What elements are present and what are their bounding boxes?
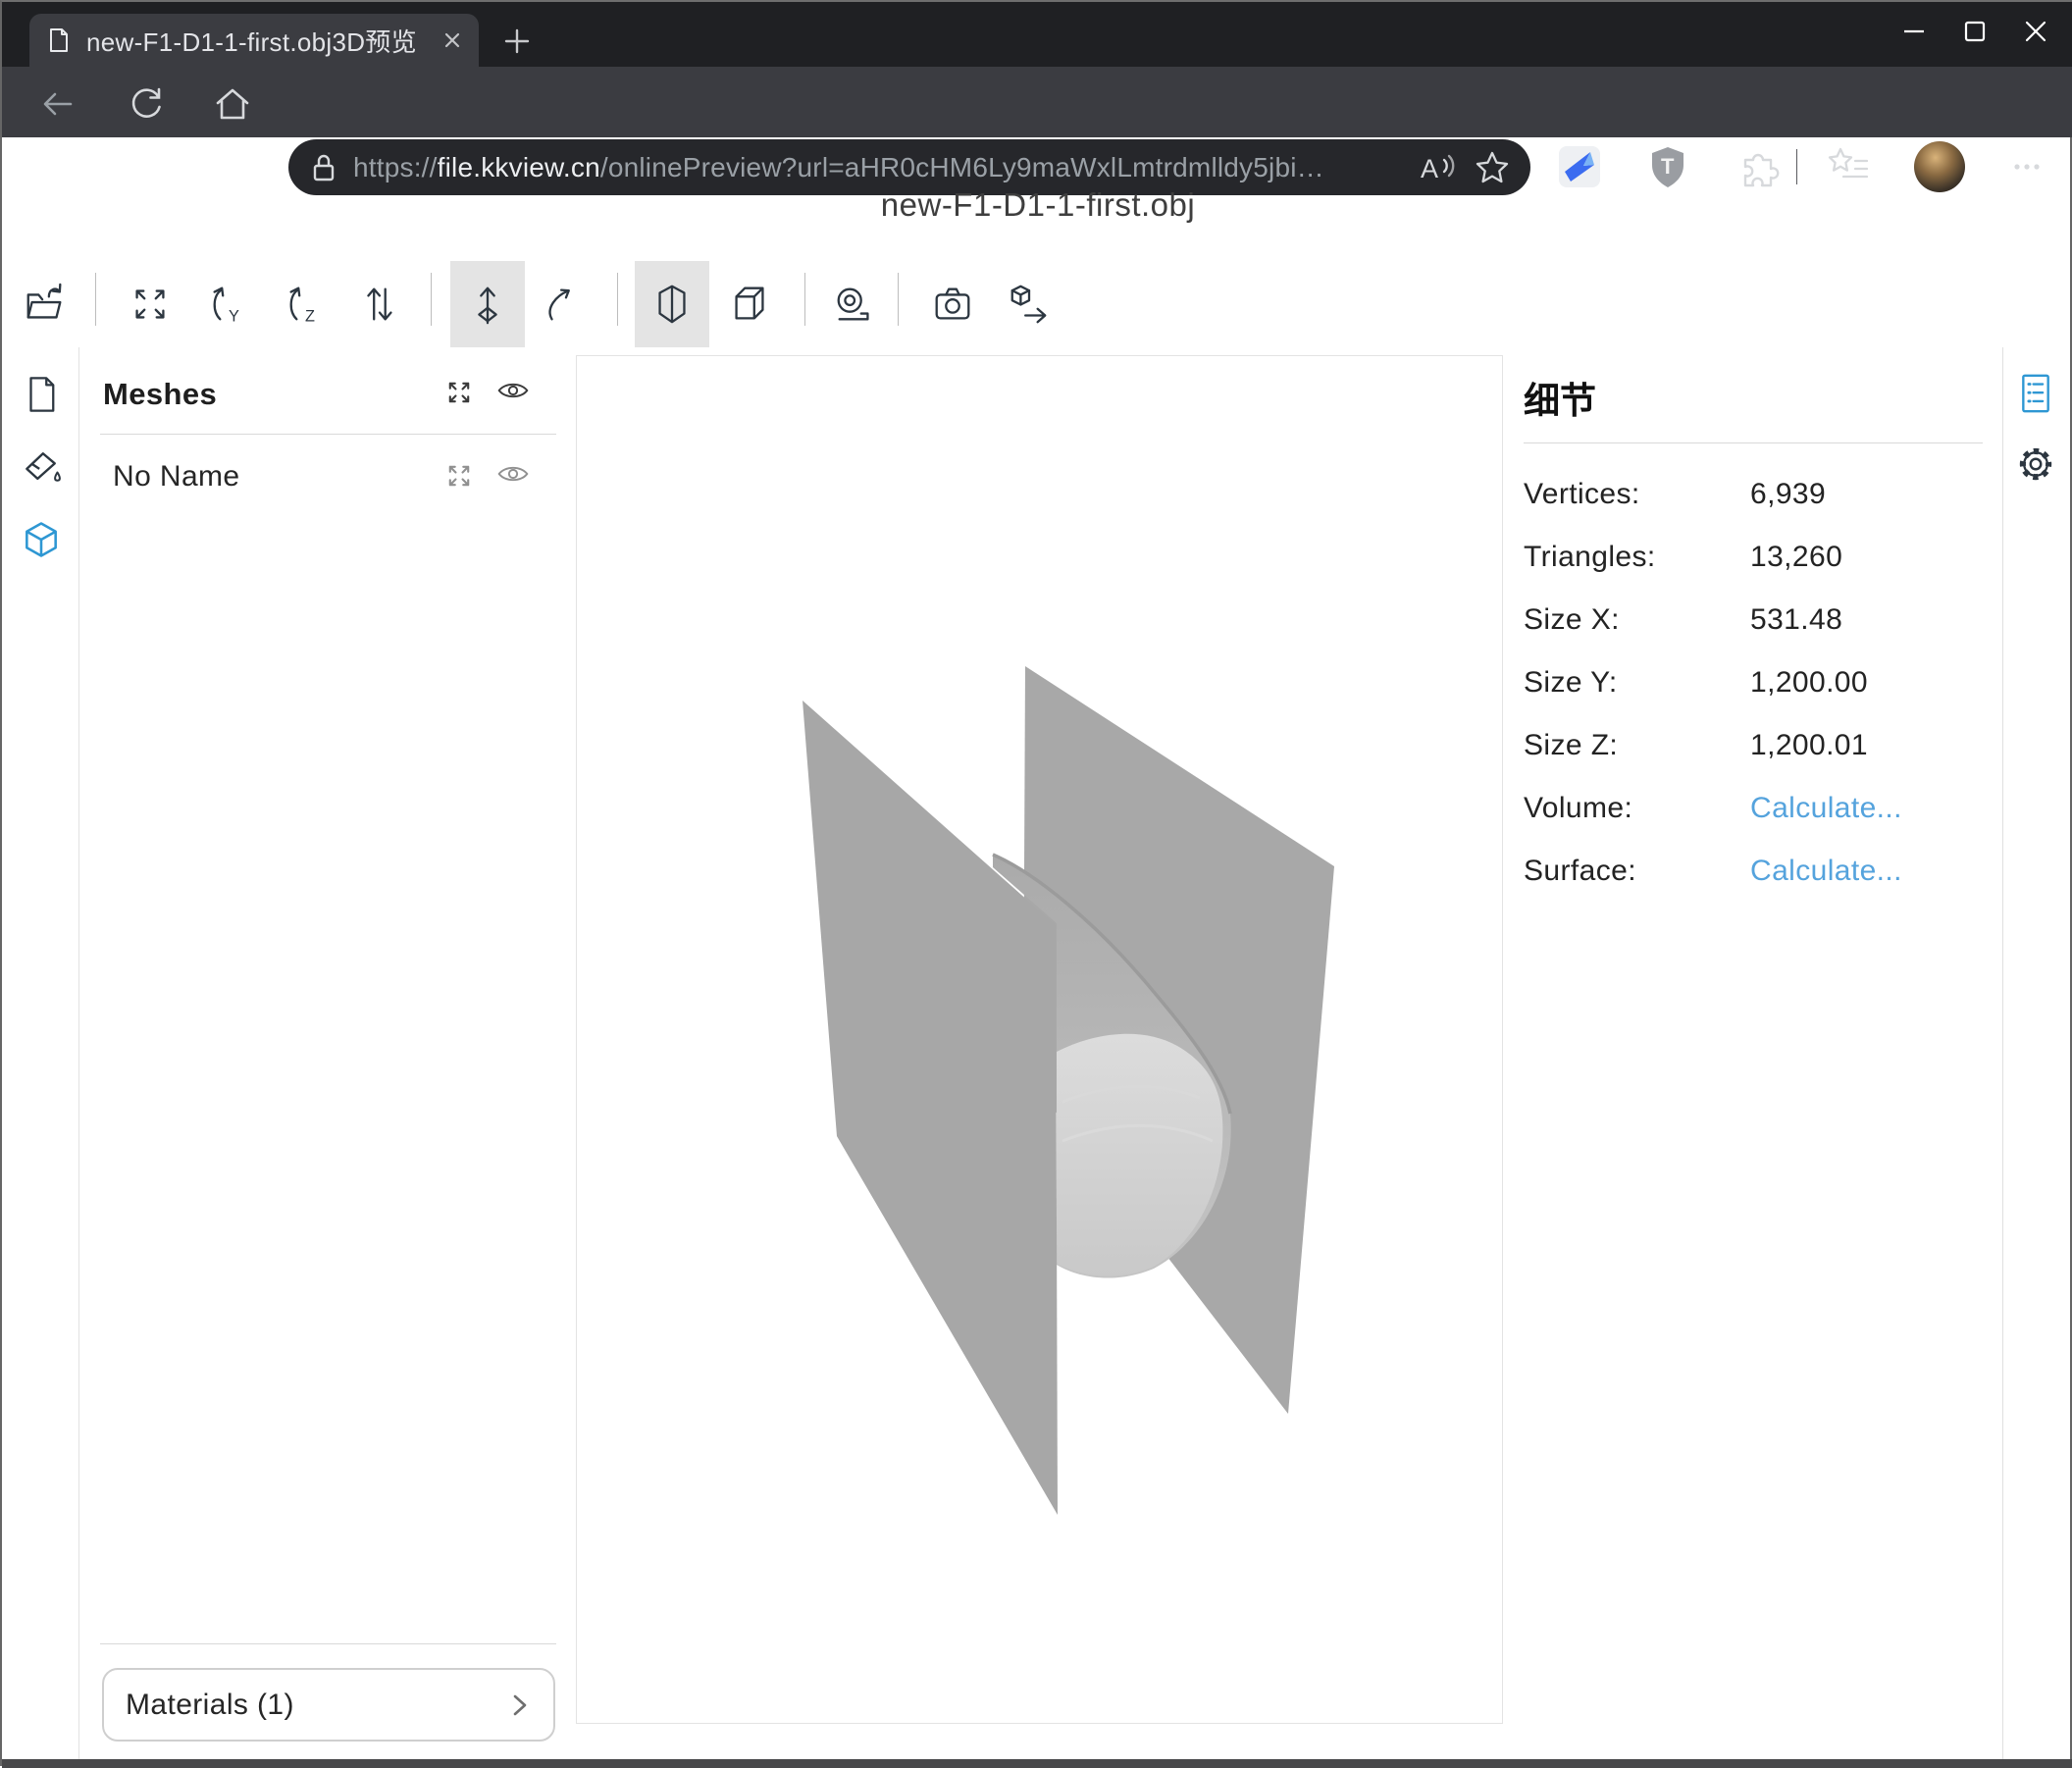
3d-model-render <box>577 356 1502 1723</box>
toolbar-separator <box>1796 149 1797 184</box>
extension-shield-icon[interactable]: T <box>1644 143 1691 190</box>
url-text: https://file.kkview.cn/onlinePreview?url… <box>353 152 1397 183</box>
model-left-plane <box>803 701 1058 1515</box>
detail-row-volume: Volume: Calculate... <box>1524 792 1985 835</box>
url-domain: file.kkview.cn <box>438 152 600 182</box>
browser-window: new-F1-D1-1-first.obj3D预览 <box>0 0 2072 1766</box>
maximize-button[interactable] <box>1944 2 2005 61</box>
new-tab-button[interactable] <box>497 22 537 61</box>
refresh-icon[interactable] <box>125 82 168 126</box>
window-bottom-edge <box>2 1759 2072 1768</box>
panel-divider <box>1524 442 1983 443</box>
tab-close-icon[interactable] <box>441 29 463 51</box>
detail-label: Volume: <box>1524 792 1632 825</box>
details-panel: 细节 Vertices: 6,939 Triangles: 13,260 Siz… <box>1503 347 2002 1768</box>
svg-text:A: A <box>1421 154 1438 183</box>
navigation-bar: https://file.kkview.cn/onlinePreview?url… <box>2 67 2072 137</box>
mesh-visibility-eye-icon[interactable] <box>495 456 531 492</box>
detail-label: Vertices: <box>1524 478 1640 511</box>
materials-label: Materials (1) <box>126 1689 506 1722</box>
detail-label: Size Z: <box>1524 729 1618 762</box>
details-header: 细节 <box>1524 371 1596 424</box>
detail-label: Size Y: <box>1524 666 1618 700</box>
read-aloud-icon[interactable]: A <box>1415 148 1456 187</box>
fit-view-button[interactable] <box>118 261 182 347</box>
detail-row-size-z: Size Z: 1,200.01 <box>1524 729 1985 772</box>
open-file-button[interactable] <box>13 261 78 347</box>
favorite-star-icon[interactable] <box>1474 149 1511 186</box>
calculate-surface-link[interactable]: Calculate... <box>1750 855 1902 888</box>
toolbar-divider <box>95 273 96 326</box>
url-prefix: https:// <box>353 152 438 182</box>
flip-vertical-button[interactable] <box>346 261 411 347</box>
window-controls <box>1884 2 2066 61</box>
browser-tab[interactable]: new-F1-D1-1-first.obj3D预览 <box>29 14 479 67</box>
toolbar-divider <box>898 273 899 326</box>
chevron-right-icon <box>506 1692 532 1718</box>
browser-menu-dots-icon[interactable] <box>2003 143 2050 190</box>
export-model-button[interactable] <box>997 261 1062 347</box>
calculate-volume-link[interactable]: Calculate... <box>1750 792 1902 825</box>
toolbar-divider <box>617 273 618 326</box>
orbit-button[interactable] <box>532 261 596 347</box>
mesh-fit-icon[interactable] <box>441 458 477 494</box>
right-icon-strip <box>2002 347 2072 1768</box>
toolbar-divider <box>804 273 805 326</box>
3d-viewport[interactable] <box>576 355 1503 1724</box>
detail-row-vertices: Vertices: 6,939 <box>1524 478 1985 521</box>
detail-value: 531.48 <box>1750 603 1842 637</box>
details-list-icon[interactable] <box>2015 371 2056 416</box>
meshes-panel-icon[interactable] <box>19 517 63 561</box>
extension-kite-icon[interactable] <box>1556 143 1603 190</box>
detail-label: Size X: <box>1524 603 1620 637</box>
detail-row-surface: Surface: Calculate... <box>1524 855 1985 898</box>
box-view-button[interactable] <box>717 261 782 347</box>
panel-divider <box>100 1643 556 1644</box>
detail-row-size-y: Size Y: 1,200.00 <box>1524 666 1985 709</box>
home-icon[interactable] <box>211 82 254 126</box>
detail-row-triangles: Triangles: 13,260 <box>1524 541 1985 584</box>
detail-label: Triangles: <box>1524 541 1656 574</box>
materials-panel-icon[interactable] <box>19 444 63 489</box>
svg-text:Y: Y <box>229 307 239 325</box>
rotate-z-button[interactable]: Z <box>272 261 337 347</box>
mesh-name: No Name <box>113 460 240 494</box>
file-panel-icon[interactable] <box>19 372 63 416</box>
left-icon-strip <box>2 347 79 1768</box>
meshes-header: Meshes <box>103 377 217 412</box>
settings-gear-icon[interactable] <box>2015 442 2056 487</box>
titlebar: new-F1-D1-1-first.obj3D预览 <box>2 2 2072 67</box>
screenshot-camera-button[interactable] <box>920 261 985 347</box>
svg-text:T: T <box>1661 154 1675 179</box>
meshes-panel: Meshes No Name <box>80 347 576 1768</box>
extensions-puzzle-icon[interactable] <box>1735 143 1782 190</box>
profile-avatar[interactable] <box>1914 141 1965 192</box>
detail-value: 6,939 <box>1750 478 1826 511</box>
detail-value: 1,200.00 <box>1750 666 1868 700</box>
shaded-view-button[interactable] <box>635 261 709 347</box>
back-icon[interactable] <box>36 82 79 126</box>
svg-text:Z: Z <box>305 307 315 325</box>
meshes-fit-all-icon[interactable] <box>441 375 477 410</box>
tab-title: new-F1-D1-1-first.obj3D预览 <box>86 23 441 59</box>
url-path: /onlinePreview?url=aHR0cHM6Ly9maWxlLmtrd… <box>600 152 1324 182</box>
detail-value: 13,260 <box>1750 541 1842 574</box>
materials-button[interactable]: Materials (1) <box>102 1668 555 1742</box>
detail-label: Surface: <box>1524 855 1636 888</box>
detail-value: 1,200.01 <box>1750 729 1868 762</box>
lock-icon[interactable] <box>308 151 339 184</box>
rotate-y-button[interactable]: Y <box>195 261 260 347</box>
favorites-list-icon[interactable] <box>1825 143 1872 190</box>
close-window-button[interactable] <box>2005 2 2066 61</box>
page-title: new-F1-D1-1-first.obj <box>2 186 2072 224</box>
tab-favicon-document-icon <box>45 26 73 54</box>
detail-row-size-x: Size X: 531.48 <box>1524 603 1985 647</box>
panel-divider <box>100 434 556 435</box>
minimize-button[interactable] <box>1884 2 1944 61</box>
meshes-visibility-eye-icon[interactable] <box>495 373 531 408</box>
toolbar-divider <box>431 273 432 326</box>
measure-button[interactable] <box>822 261 887 347</box>
up-axis-button[interactable] <box>450 261 525 347</box>
